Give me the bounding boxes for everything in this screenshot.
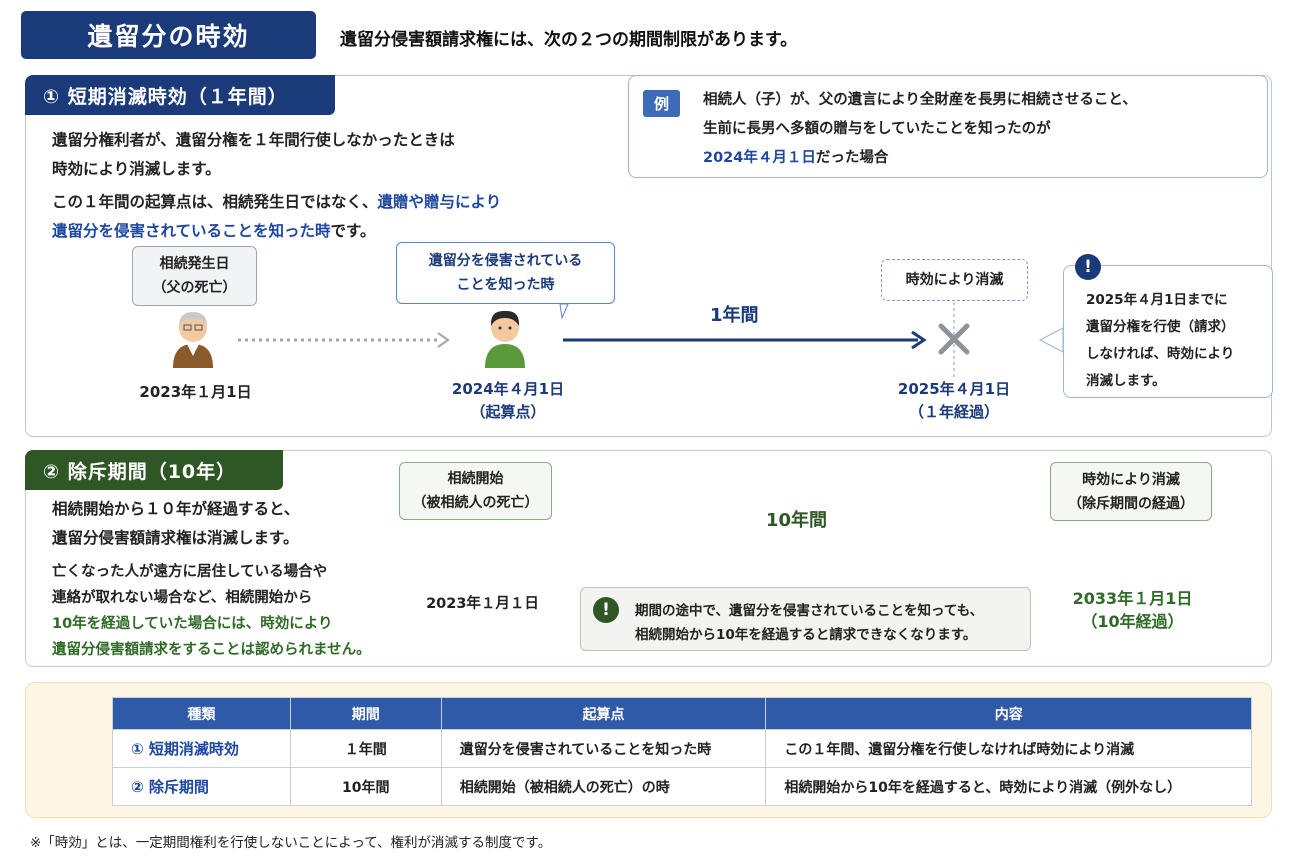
table-cell: 遺留分を侵害されていることを知った時 bbox=[440, 729, 767, 768]
table-header-row: 種類 期間 起算点 内容 bbox=[112, 697, 1252, 730]
young-man-icon bbox=[485, 310, 525, 368]
exclusion-period-header: ② 除斥期間（10年） bbox=[25, 450, 283, 490]
exclusion-note: 期間の途中で、遺留分を侵害されていることを知っても、 相続開始から10年を経過す… bbox=[580, 587, 1031, 651]
table-cell: 10年間 bbox=[289, 767, 442, 806]
expiry-date: 2025年４月1日 （１年経過） bbox=[897, 380, 1011, 421]
deadline-note: 2025年４月1日までに 遺留分権を行使（請求） しなければ、時効により 消滅し… bbox=[1063, 265, 1273, 398]
column-header: 起算点 bbox=[440, 697, 767, 730]
table-cell: 相続開始（被相続人の死亡）の時 bbox=[440, 767, 767, 806]
cross-icon bbox=[938, 323, 970, 355]
ten-year-label: 10年間 bbox=[766, 510, 828, 531]
table-cell: この１年間、遺留分権を行使しなければ時効により消滅 bbox=[765, 729, 1252, 768]
table-row: ② 除斥期間 10年間 相続開始（被相続人の死亡）の時 相続開始から10年を経過… bbox=[112, 767, 1252, 806]
table-cell: １年間 bbox=[289, 729, 442, 768]
summary-table: 種類 期間 起算点 内容 ① 短期消滅時効 １年間 遺留分を侵害されていることを… bbox=[112, 697, 1252, 806]
knowledge-date: 2024年４月1日 （起算点） bbox=[451, 380, 565, 421]
inheritance-date: 2023年１月1日 bbox=[139, 383, 252, 401]
footnote: ※「時効」とは、一定期間権利を行使しないことによって、権利が消滅する制度です。 bbox=[30, 835, 552, 851]
one-year-label: 1年間 bbox=[710, 305, 759, 326]
exclusion-description: 相続開始から１０年が経過すると、 遺留分侵害額請求権は消滅します。 bbox=[52, 500, 300, 547]
table-cell: ① 短期消滅時効 bbox=[112, 729, 291, 768]
note-pointer bbox=[1038, 327, 1064, 353]
table-row: ① 短期消滅時効 １年間 遺留分を侵害されていることを知った時 この１年間、遺留… bbox=[112, 729, 1252, 768]
ten-year-expiry-date: 2033年１月1日 （10年経過） bbox=[1072, 589, 1193, 631]
exclamation-icon: ! bbox=[593, 597, 619, 623]
ten-year-expiry-box: 時効により消滅 （除斥期間の経過） bbox=[1050, 462, 1212, 521]
knowledge-box-pointer bbox=[559, 303, 569, 320]
exclamation-icon: ! bbox=[1075, 254, 1101, 280]
inheritance-start-date: 2023年１月１日 bbox=[426, 596, 539, 612]
inheritance-start-box: 相続開始 （被相続人の死亡） bbox=[399, 462, 552, 520]
table-cell: ② 除斥期間 bbox=[112, 767, 291, 806]
column-header: 期間 bbox=[289, 697, 442, 730]
elderly-man-icon bbox=[173, 312, 213, 368]
column-header: 種類 bbox=[112, 697, 291, 730]
exclusion-detail: 亡くなった人が遠方に居住している場合や 連絡が取れない場合など、相続開始から 1… bbox=[52, 564, 371, 658]
table-cell: 相続開始から10年を経過すると、時効により消滅（例外なし） bbox=[765, 767, 1252, 806]
dotted-arrowhead bbox=[437, 332, 450, 348]
column-header: 内容 bbox=[765, 697, 1252, 730]
